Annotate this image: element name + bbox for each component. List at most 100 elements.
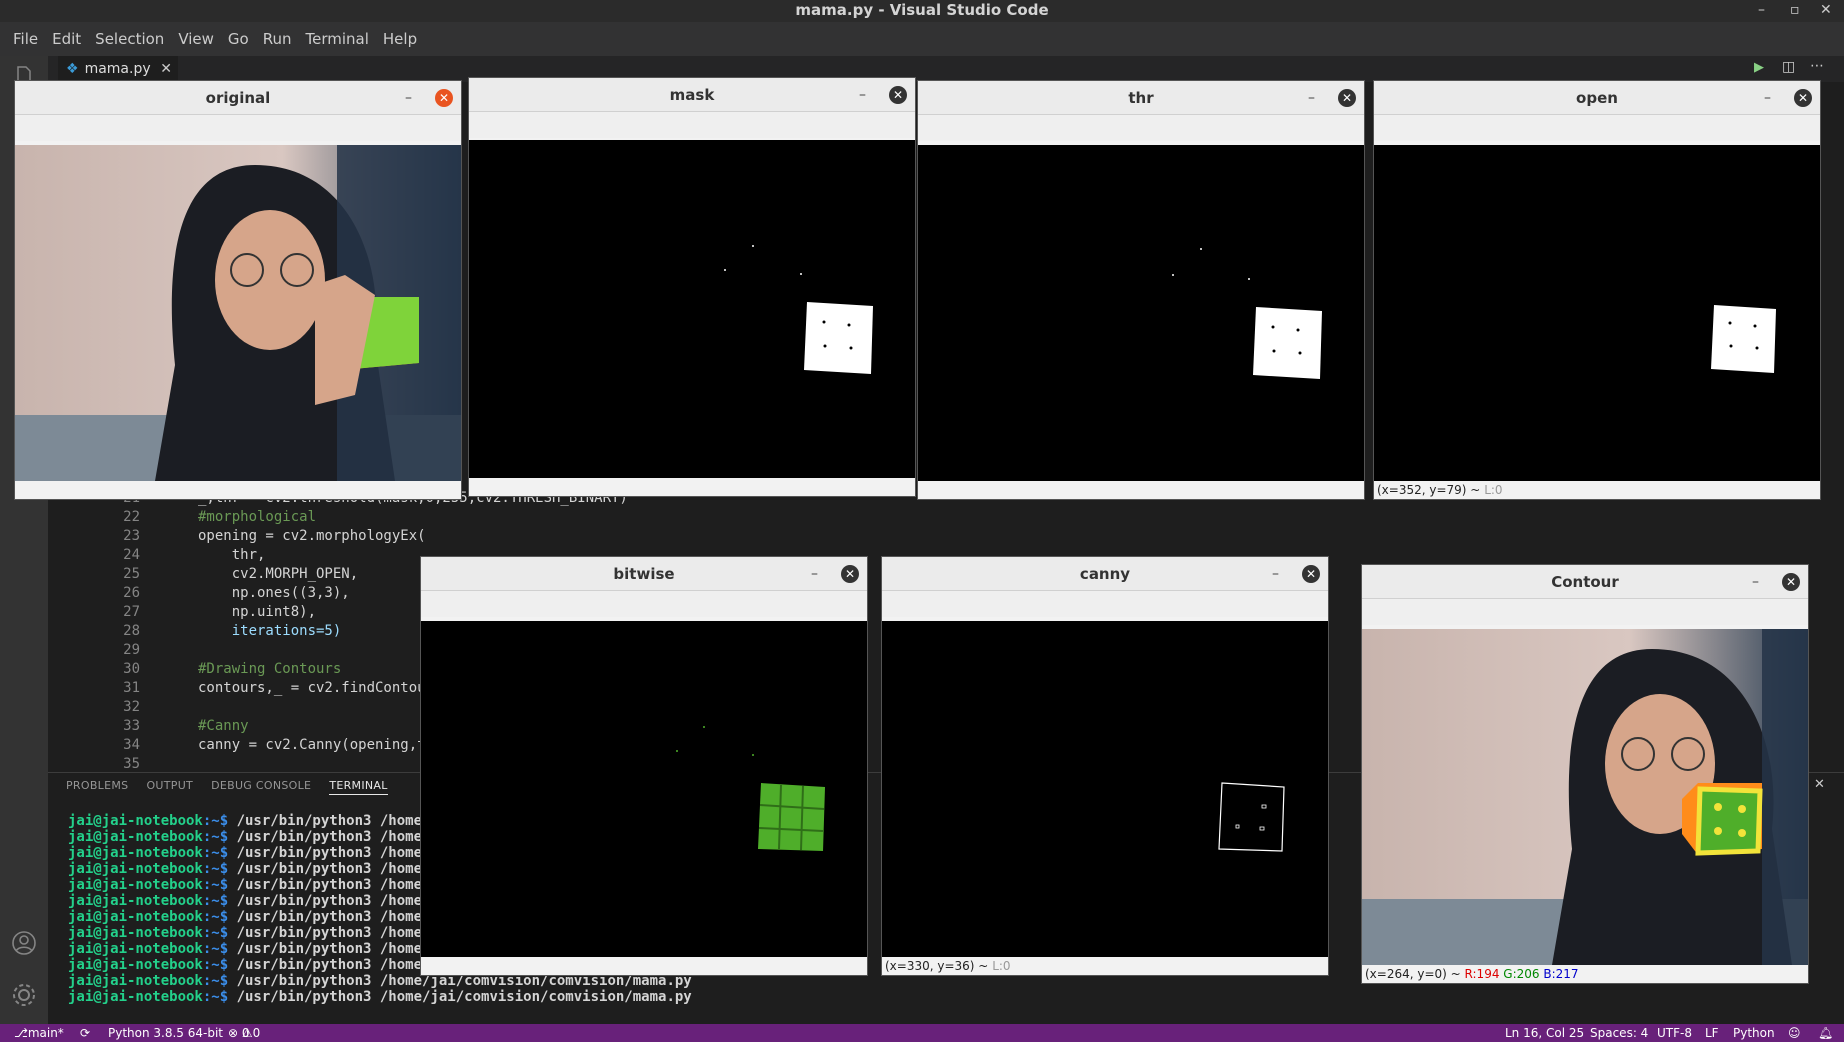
terminal-line: jai@jai-notebook:~$ /usr/bin/python3 /ho… bbox=[68, 893, 439, 909]
minimize-icon[interactable]: – bbox=[1752, 565, 1759, 599]
terminal-line: jai@jai-notebook:~$ /usr/bin/python3 /ho… bbox=[68, 845, 439, 861]
minimize-icon[interactable]: – bbox=[859, 78, 866, 112]
code-line: 26 np.ones((3,3), bbox=[123, 585, 350, 601]
cv-window-contour[interactable]: Contour – ✕ (x=264, y=0) ~ R:194 G:206 B… bbox=[1361, 564, 1809, 984]
menu-go[interactable]: Go bbox=[221, 30, 256, 48]
end-of-line[interactable]: LF bbox=[1705, 1024, 1719, 1042]
close-icon[interactable]: ✕ bbox=[435, 89, 453, 107]
run-icon[interactable]: ▶ bbox=[1754, 60, 1764, 75]
cv-toolbar bbox=[15, 115, 461, 141]
cv-window-title: mask bbox=[669, 86, 715, 104]
cv-window-bitwise[interactable]: bitwise – ✕ bbox=[420, 556, 868, 976]
contour-image bbox=[1362, 629, 1808, 965]
minimize-icon[interactable]: – bbox=[405, 81, 412, 115]
panel-close-icon[interactable]: ✕ bbox=[1814, 777, 1825, 792]
python-interpreter[interactable]: Python 3.8.5 64-bit bbox=[108, 1024, 223, 1042]
threshold-image bbox=[918, 145, 1364, 481]
cv-toolbar bbox=[469, 112, 915, 138]
tab-terminal[interactable]: TERMINAL bbox=[329, 777, 388, 795]
close-icon[interactable]: ✕ bbox=[889, 86, 907, 104]
terminal-line: jai@jai-notebook:~$ /usr/bin/python3 /ho… bbox=[68, 877, 439, 893]
menu-view[interactable]: View bbox=[171, 30, 221, 48]
close-icon[interactable]: ✕ bbox=[1820, 0, 1832, 20]
language-mode[interactable]: Python bbox=[1733, 1024, 1775, 1042]
code-line: 27 np.uint8), bbox=[123, 604, 317, 620]
python-file-icon: ❖ bbox=[66, 61, 79, 77]
cv-window-original[interactable]: original – ✕ bbox=[14, 80, 462, 500]
cv-window-titlebar[interactable]: Contour – ✕ bbox=[1362, 565, 1808, 599]
tab-debug-console[interactable]: DEBUG CONSOLE bbox=[211, 777, 311, 795]
code-line: 30 #Drawing Contours bbox=[123, 661, 342, 677]
cv-status-bar bbox=[469, 478, 915, 496]
minimize-icon[interactable]: – bbox=[1764, 81, 1771, 115]
cv-window-titlebar[interactable]: thr – ✕ bbox=[918, 81, 1364, 115]
cv-status-bar: (x=352, y=79) ~ L:0 bbox=[1374, 481, 1820, 499]
maximize-icon[interactable]: ▫ bbox=[1790, 0, 1800, 20]
menu-file[interactable]: File bbox=[6, 30, 45, 48]
sync-icon[interactable]: ⟳ bbox=[80, 1024, 90, 1042]
close-icon[interactable]: ✕ bbox=[1338, 89, 1356, 107]
cv-status-bar bbox=[421, 957, 867, 975]
cv-toolbar bbox=[918, 115, 1364, 141]
opening-image bbox=[1374, 145, 1820, 481]
cv-toolbar bbox=[1362, 599, 1808, 625]
minimize-icon[interactable]: – bbox=[1308, 81, 1315, 115]
indentation[interactable]: Spaces: 4 bbox=[1590, 1024, 1648, 1042]
branch-indicator[interactable]: ⎇ main* bbox=[14, 1024, 64, 1042]
close-icon[interactable]: ✕ bbox=[1794, 89, 1812, 107]
menu-bar: File Edit Selection View Go Run Terminal… bbox=[0, 22, 1844, 56]
minimize-icon[interactable]: – bbox=[1272, 557, 1279, 591]
cv-window-open[interactable]: open – ✕ (x=352, y=79) ~ L:0 bbox=[1373, 80, 1821, 500]
mask-image bbox=[469, 140, 915, 478]
tab-mama-py[interactable]: ❖ mama.py ✕ bbox=[58, 56, 178, 82]
code-line: 33 #Canny bbox=[123, 718, 249, 734]
encoding[interactable]: UTF-8 bbox=[1657, 1024, 1692, 1042]
terminal-line: jai@jai-notebook:~$ /usr/bin/python3 /ho… bbox=[68, 861, 439, 877]
cv-window-titlebar[interactable]: canny – ✕ bbox=[882, 557, 1328, 591]
code-line: 32 bbox=[123, 699, 140, 715]
cursor-position[interactable]: Ln 16, Col 25 bbox=[1505, 1024, 1584, 1042]
cv-window-title: bitwise bbox=[613, 565, 675, 583]
settings-gear-icon[interactable] bbox=[11, 982, 37, 1008]
terminal-line: jai@jai-notebook:~$ /usr/bin/python3 /ho… bbox=[68, 957, 439, 973]
close-icon[interactable]: ✕ bbox=[841, 565, 859, 583]
split-editor-icon[interactable]: ◫ bbox=[1782, 59, 1795, 75]
cv-window-titlebar[interactable]: bitwise – ✕ bbox=[421, 557, 867, 591]
cv-window-titlebar[interactable]: open – ✕ bbox=[1374, 81, 1820, 115]
minimize-icon[interactable]: – bbox=[811, 557, 818, 591]
code-line: 35 bbox=[123, 756, 140, 768]
code-line: 28 iterations=5) bbox=[123, 623, 342, 639]
cv-window-title: Contour bbox=[1551, 573, 1619, 591]
menu-edit[interactable]: Edit bbox=[45, 30, 88, 48]
tab-close-icon[interactable]: ✕ bbox=[160, 56, 172, 82]
code-line: 34 canny = cv2.Canny(opening,thresh bbox=[123, 737, 468, 753]
feedback-icon[interactable]: ☺ bbox=[1788, 1024, 1801, 1042]
tab-problems[interactable]: PROBLEMS bbox=[66, 777, 128, 795]
close-icon[interactable]: ✕ bbox=[1782, 573, 1800, 591]
menu-help[interactable]: Help bbox=[376, 30, 424, 48]
menu-run[interactable]: Run bbox=[256, 30, 299, 48]
cv-window-titlebar[interactable]: mask – ✕ bbox=[469, 78, 915, 112]
terminal-line: jai@jai-notebook:~$ /usr/bin/python3 /ho… bbox=[68, 909, 439, 925]
cv-status-bar: (x=330, y=36) ~ L:0 bbox=[882, 957, 1328, 975]
tab-label: mama.py bbox=[84, 61, 151, 77]
menu-selection[interactable]: Selection bbox=[88, 30, 171, 48]
notifications-icon[interactable]: 🔔︎ bbox=[1818, 1024, 1833, 1042]
terminal-line: jai@jai-notebook:~$ /usr/bin/python3 /ho… bbox=[68, 813, 439, 829]
tab-output[interactable]: OUTPUT bbox=[146, 777, 193, 795]
cv-window-mask[interactable]: mask – ✕ bbox=[468, 77, 916, 497]
account-icon[interactable] bbox=[11, 930, 37, 956]
cv-window-title: open bbox=[1576, 89, 1618, 107]
close-icon[interactable]: ✕ bbox=[1302, 565, 1320, 583]
cv-window-titlebar[interactable]: original – ✕ bbox=[15, 81, 461, 115]
cv-window-canny[interactable]: canny – ✕ (x=330, y=36) ~ L:0 bbox=[881, 556, 1329, 976]
code-line: 25 cv2.MORPH_OPEN, bbox=[123, 566, 359, 582]
problems-indicator[interactable]: ⊗ 0 ⚠ 0 bbox=[228, 1024, 260, 1042]
more-actions-icon[interactable]: ⋯ bbox=[1810, 58, 1824, 74]
minimize-icon[interactable]: – bbox=[1758, 0, 1765, 20]
editor-tabs: ❖ mama.py ✕ ▶ ◫ ⋯ bbox=[48, 56, 1844, 82]
menu-terminal[interactable]: Terminal bbox=[299, 30, 376, 48]
status-bar: ⎇ main* ⟳ Python 3.8.5 64-bit ⊗ 0 ⚠ 0 Ln… bbox=[0, 1024, 1844, 1042]
cv-window-thr[interactable]: thr – ✕ bbox=[917, 80, 1365, 500]
terminal-line: jai@jai-notebook:~$ /usr/bin/python3 /ho… bbox=[68, 829, 439, 845]
